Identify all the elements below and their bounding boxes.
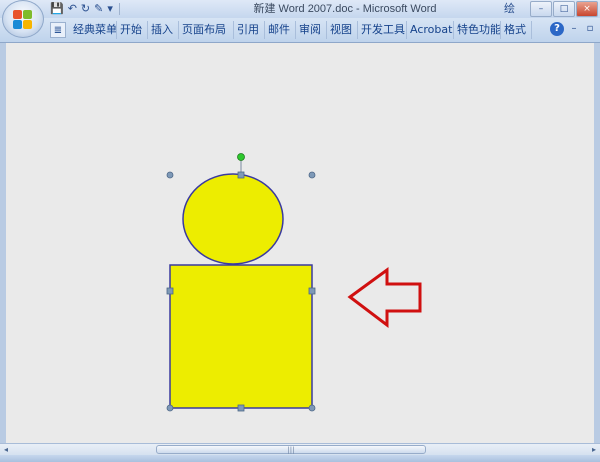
tab-format[interactable]: 格式 — [501, 21, 532, 39]
window-title: 新建 Word 2007.doc - Microsoft Word — [253, 3, 437, 15]
window-controls: – □ × — [530, 1, 598, 17]
drawing-canvas — [166, 153, 422, 412]
rotate-handle[interactable] — [237, 153, 245, 161]
minimize-ribbon-button[interactable]: – — [568, 22, 580, 36]
help-icon[interactable]: ? — [550, 22, 564, 36]
scroll-thumb[interactable]: ||| — [156, 445, 426, 454]
document-area[interactable] — [0, 43, 600, 443]
status-bar — [0, 455, 600, 462]
customize-dropdown-icon[interactable]: ▾ — [107, 1, 113, 17]
ribbon-tab-bar: ≣ 经典菜单 开始 插入 页面布局 引用 邮件 审阅 视图 开发工具 Acrob… — [0, 18, 600, 43]
circle-shape[interactable] — [182, 173, 284, 265]
circle-handle-top[interactable] — [237, 171, 245, 179]
tab-insert[interactable]: 插入 — [148, 21, 179, 39]
save-icon[interactable]: 💾 — [50, 1, 64, 17]
square-handle-left[interactable] — [166, 287, 174, 295]
maximize-button[interactable]: □ — [553, 1, 575, 17]
tab-developer[interactable]: 开发工具 — [358, 21, 407, 39]
ribbon-tabs: ≣ 经典菜单 开始 插入 页面布局 引用 邮件 审阅 视图 开发工具 Acrob… — [46, 21, 532, 39]
square-handle-bottom-left[interactable] — [166, 404, 174, 412]
square-shape[interactable] — [169, 264, 313, 409]
square-handle-bottom[interactable] — [237, 404, 245, 412]
tab-view[interactable]: 视图 — [327, 21, 358, 39]
left-arrow-annotation — [347, 267, 422, 329]
group-handle-top-left[interactable] — [166, 171, 174, 179]
group-handle-top-right[interactable] — [308, 171, 316, 179]
tab-classic-menu[interactable]: 经典菜单 — [70, 21, 117, 39]
tab-mailings[interactable]: 邮件 — [265, 21, 296, 39]
tab-page-layout[interactable]: 页面布局 — [179, 21, 234, 39]
office-logo-icon — [13, 10, 33, 30]
ribbon-right-controls: ? – ▫ — [550, 22, 596, 36]
square-handle-right[interactable] — [308, 287, 316, 295]
restore-window-button[interactable]: ▫ — [584, 22, 596, 36]
tab-acrobat[interactable]: Acrobat — [407, 21, 454, 39]
document-icon[interactable]: ≣ — [50, 22, 66, 38]
square-handle-bottom-right[interactable] — [308, 404, 316, 412]
redo-icon[interactable]: ↻ — [81, 1, 90, 17]
close-button[interactable]: × — [576, 1, 598, 17]
toolbar-divider — [118, 3, 120, 15]
minimize-button[interactable]: – — [530, 1, 552, 17]
tab-home[interactable]: 开始 — [117, 21, 148, 39]
quick-access-toolbar: 💾 ↶ ↻ ✎ ▾ — [50, 1, 122, 17]
title-bar: 💾 ↶ ↻ ✎ ▾ 新建 Word 2007.doc - Microsoft W… — [0, 0, 600, 38]
undo-icon[interactable]: ↶ — [68, 1, 77, 17]
tab-references[interactable]: 引用 — [234, 21, 265, 39]
context-tab-label: 绘 — [504, 2, 515, 15]
tab-review[interactable]: 审阅 — [296, 21, 327, 39]
format-painter-icon[interactable]: ✎ — [94, 1, 103, 17]
office-button[interactable] — [2, 0, 44, 38]
tab-special-features[interactable]: 特色功能 — [454, 21, 501, 39]
